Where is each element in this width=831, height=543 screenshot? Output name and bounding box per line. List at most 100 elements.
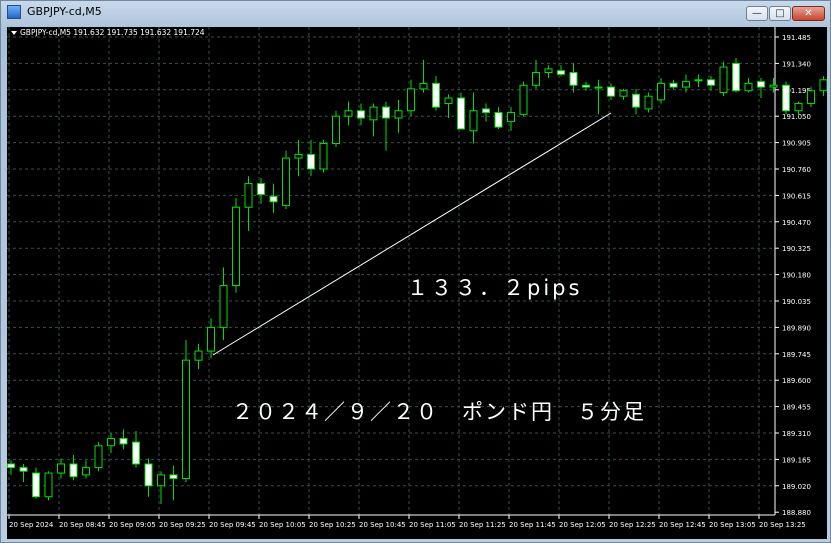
candle[interactable] xyxy=(782,81,790,115)
candle-body xyxy=(769,84,778,88)
candle-body xyxy=(407,88,415,112)
time-label: 20 Sep 2024 xyxy=(9,521,54,529)
pips-annotation: １３３．２pips xyxy=(407,276,582,300)
time-label: 20 Sep 10:05 xyxy=(259,521,306,529)
window-title: GBPJPY-cd,M5 xyxy=(27,5,102,18)
title-bar[interactable]: GBPJPY-cd,M5 — □ ✕ xyxy=(1,1,830,23)
terminal-window: GBPJPY-cd,M5 — □ ✕ 191.485 191.340 191.195… xyxy=(0,0,831,543)
candle-body xyxy=(382,106,390,119)
candle-body xyxy=(757,81,765,88)
candle[interactable] xyxy=(332,110,340,148)
price-label: 191.050 xyxy=(782,113,811,121)
price-label: 189.455 xyxy=(782,404,811,412)
candle-body xyxy=(719,66,728,94)
candle[interactable] xyxy=(182,340,190,483)
candle-body xyxy=(457,97,465,130)
price-label: 191.340 xyxy=(782,60,811,68)
time-label: 20 Sep 09:05 xyxy=(109,521,156,529)
time-label: 20 Sep 11:25 xyxy=(459,521,506,529)
candle-body xyxy=(519,84,528,115)
candle-body xyxy=(57,463,65,474)
time-label: 20 Sep 13:25 xyxy=(759,521,806,529)
price-label: 191.485 xyxy=(782,34,811,42)
candle-body xyxy=(782,84,790,112)
candle-body xyxy=(682,81,690,88)
candle[interactable] xyxy=(94,442,103,472)
candle[interactable] xyxy=(282,150,290,210)
candle-body xyxy=(119,437,128,445)
time-label: 20 Sep 11:45 xyxy=(509,521,556,529)
chart-info-bar: GBPJPY-cd,M5 191.632 191.735 191.632 191… xyxy=(11,28,205,37)
price-label: 189.745 xyxy=(782,351,811,359)
candle-body xyxy=(394,110,403,119)
price-label: 190.905 xyxy=(782,140,811,148)
candle-body xyxy=(707,79,715,86)
candle-body xyxy=(7,463,15,469)
candle-body xyxy=(644,95,653,110)
candle-body xyxy=(182,359,190,480)
candle-body xyxy=(569,72,578,86)
time-label: 20 Sep 13:05 xyxy=(709,521,756,529)
candle-body xyxy=(132,441,140,465)
candle-body xyxy=(207,326,215,352)
candle-body xyxy=(194,350,203,361)
candle[interactable] xyxy=(232,198,240,293)
candle-body xyxy=(369,106,378,121)
symbol-info-label: GBPJPY-cd,M5 191.632 191.735 191.632 191… xyxy=(20,28,205,37)
candle-body xyxy=(157,474,165,487)
candle-body xyxy=(444,97,453,104)
candle-body xyxy=(694,79,703,82)
candle-body xyxy=(794,102,803,112)
candle-body xyxy=(632,93,640,108)
price-label: 190.180 xyxy=(782,272,811,280)
candle-body xyxy=(107,437,115,447)
price-chart[interactable]: 191.485191.340191.195191.050190.905190.7… xyxy=(7,27,827,539)
candle-body xyxy=(69,463,78,478)
close-button[interactable]: ✕ xyxy=(792,6,825,21)
price-label: 190.035 xyxy=(782,298,811,306)
candle-body xyxy=(807,90,815,104)
candle-body xyxy=(344,110,353,117)
candle-body xyxy=(532,72,540,86)
candle-body xyxy=(669,82,678,88)
candle[interactable] xyxy=(732,57,740,93)
price-label: 190.325 xyxy=(782,245,811,253)
candle-body xyxy=(469,110,478,132)
candle-body xyxy=(544,68,553,74)
chart-area[interactable]: 191.485 191.340 191.195 191.050 190.905 190.7… xyxy=(7,27,827,539)
candle-body xyxy=(482,108,490,114)
price-label: 189.890 xyxy=(782,324,811,332)
candle-body xyxy=(282,157,290,206)
candle-body xyxy=(82,467,90,476)
candle-body xyxy=(294,153,303,159)
candle[interactable] xyxy=(719,61,728,97)
candle[interactable] xyxy=(457,92,465,130)
candle-body xyxy=(619,90,628,97)
candle-body xyxy=(582,84,590,88)
time-label: 20 Sep 12:25 xyxy=(609,521,656,529)
candle[interactable] xyxy=(319,139,328,173)
candle-body xyxy=(219,285,228,328)
caption-annotation: ２０２４／９／２０ ポンド円 ５分足 xyxy=(232,400,646,424)
price-label: 189.165 xyxy=(782,456,811,464)
candle-body xyxy=(419,82,428,90)
candle-body xyxy=(32,472,40,498)
candle-body xyxy=(257,183,265,195)
candle-body xyxy=(332,115,340,145)
candle[interactable] xyxy=(44,471,53,501)
dropdown-triangle-icon xyxy=(11,31,17,35)
time-label: 20 Sep 11:05 xyxy=(409,521,456,529)
candle-body xyxy=(19,467,28,472)
minimize-button[interactable]: — xyxy=(746,6,768,21)
candle[interactable] xyxy=(519,81,528,117)
candle-body xyxy=(744,82,753,92)
price-label: 189.310 xyxy=(782,430,811,438)
time-label: 20 Sep 08:45 xyxy=(59,521,106,529)
candle-body xyxy=(732,62,740,92)
maximize-button[interactable]: □ xyxy=(769,6,791,21)
candle-body xyxy=(94,445,103,469)
candle-body xyxy=(432,82,440,108)
candle-body xyxy=(494,112,503,128)
candle-body xyxy=(232,206,240,287)
time-label: 20 Sep 12:45 xyxy=(659,521,706,529)
